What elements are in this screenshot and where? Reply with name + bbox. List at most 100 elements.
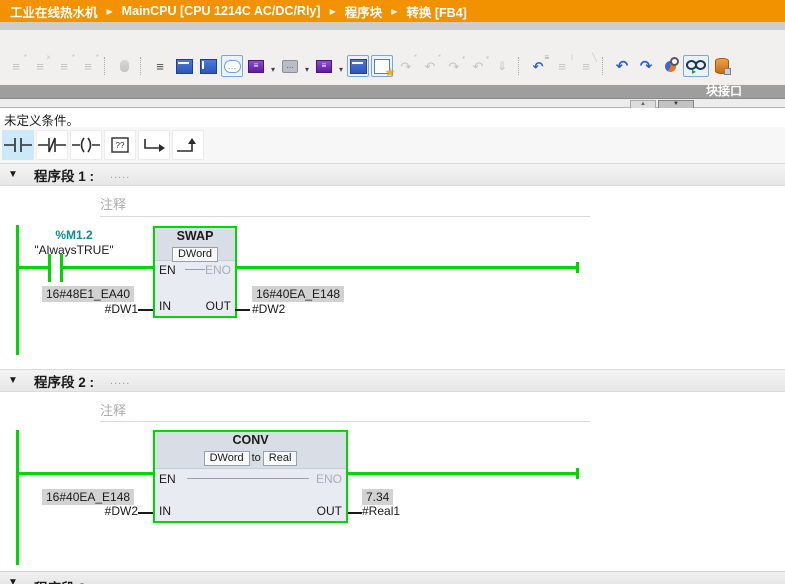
- network2-header[interactable]: ▼ 程序段 2 : .....: [0, 369, 785, 392]
- monitor-db-icon[interactable]: [711, 55, 733, 77]
- network-comments-icon[interactable]: …: [221, 55, 243, 77]
- network1-collapse-icon[interactable]: ▼: [8, 169, 20, 180]
- network1-title-placeholder[interactable]: .....: [110, 169, 130, 181]
- comment-underline: [100, 421, 590, 422]
- no-contact-icon: [3, 134, 33, 156]
- contact-symbol[interactable]: "AlwaysTRUE": [10, 243, 138, 257]
- collapse-networks-icon[interactable]: [197, 55, 219, 77]
- network3-header[interactable]: ▼ 程序段 3 :: [0, 571, 785, 584]
- monitor-value-out: 7.34: [362, 489, 393, 505]
- breadcrumb-project[interactable]: 工业在线热水机: [10, 2, 98, 21]
- conv-block-title: CONV: [155, 432, 346, 447]
- operand-swap-icon-dropdown[interactable]: ▾: [336, 56, 346, 77]
- undo-saved-icon[interactable]: ↶▪: [467, 55, 489, 77]
- empty-box-button[interactable]: ??: [104, 130, 136, 160]
- conv-type-to-select[interactable]: Real: [263, 451, 298, 466]
- pin-in: IN: [159, 299, 171, 313]
- conv-block-header: CONV DWordtoReal: [155, 432, 346, 469]
- operand-in[interactable]: #DW1: [42, 302, 138, 316]
- absolute-operands-icon[interactable]: ≡: [149, 55, 171, 77]
- network1-header[interactable]: ▼ 程序段 1 : .....: [0, 163, 785, 186]
- goto-definition-icon[interactable]: ≡ǀ: [551, 55, 573, 77]
- operand-display-icon-dropdown[interactable]: ▾: [268, 56, 278, 77]
- goto-usage-icon[interactable]: ≡╲: [575, 55, 597, 77]
- breadcrumb-program-blocks[interactable]: 程序块: [345, 2, 383, 21]
- interface-splitter[interactable]: ▲ ▼: [0, 98, 785, 108]
- network3-collapse-icon[interactable]: ▼: [8, 577, 20, 584]
- monitor-value-in: 16#40EA_E148: [42, 489, 134, 505]
- network2-title-placeholder[interactable]: .....: [110, 375, 130, 387]
- operand-wire: [138, 512, 153, 514]
- conv-type-from-select[interactable]: DWord: [204, 451, 250, 466]
- operand-wire: [235, 309, 250, 311]
- block-interface-title: 块接口: [706, 85, 742, 98]
- wire: [348, 472, 578, 475]
- contact-address[interactable]: %M1.2: [22, 228, 126, 242]
- navigate-back-icon[interactable]: ↶: [611, 55, 633, 77]
- block-interface-bar: 块接口: [0, 85, 785, 98]
- redo-saved-icon[interactable]: ↷▪: [443, 55, 465, 77]
- swap-block[interactable]: SWAP DWord EN ENO IN OUT: [153, 226, 237, 318]
- wire: [16, 266, 49, 269]
- coil-button[interactable]: [70, 130, 102, 160]
- no-contact-button[interactable]: [2, 130, 34, 160]
- close-branch-button[interactable]: [172, 130, 204, 160]
- call-structure-icon[interactable]: [659, 55, 681, 77]
- network1-comment[interactable]: 注释: [100, 194, 126, 213]
- operand-out[interactable]: #Real1: [362, 504, 400, 518]
- ladder-favorites-bar: ??: [0, 127, 785, 163]
- network2-title: 程序段 2 :: [34, 371, 94, 391]
- operand-swap-icon[interactable]: ≡: [313, 55, 335, 77]
- empty-box-icon: ??: [105, 134, 135, 156]
- monitor-value-out: 16#40EA_E148: [252, 286, 344, 302]
- breadcrumb-cpu[interactable]: MainCPU [CPU 1214C AC/DC/Rly]: [122, 4, 321, 18]
- snapshot-icon-dropdown[interactable]: ▾: [302, 56, 312, 77]
- snapshot-icon[interactable]: …: [279, 55, 301, 77]
- network2-comment[interactable]: 注释: [100, 400, 126, 419]
- swap-type-select[interactable]: DWord: [172, 247, 218, 262]
- lad-editor-window: 工业在线热水机 ▶ MainCPU [CPU 1214C AC/DC/Rly] …: [0, 0, 785, 584]
- favorites-toggle-icon[interactable]: [347, 55, 369, 77]
- insert-row-after-icon[interactable]: ≡*: [77, 55, 99, 77]
- breadcrumb-arrow-icon: ▶: [330, 7, 336, 16]
- conv-type-to-label: to: [252, 452, 261, 464]
- operand-out[interactable]: #DW2: [252, 302, 285, 316]
- monitoring-icon[interactable]: ▸: [683, 55, 709, 77]
- coil-icon: [71, 134, 101, 156]
- svg-text:??: ??: [116, 141, 125, 150]
- delete-network-icon[interactable]: ≡×: [29, 55, 51, 77]
- wire: [16, 472, 153, 475]
- en-eno-dash: [187, 478, 309, 479]
- pin-out: OUT: [206, 299, 231, 313]
- goto-previous-icon[interactable]: ↶≡: [527, 55, 549, 77]
- wire-end-tick: [576, 262, 579, 273]
- toolbar-separator: [518, 57, 522, 75]
- redo-new-icon[interactable]: ↷*: [395, 55, 417, 77]
- insert-network-icon[interactable]: ≡*: [5, 55, 27, 77]
- operand-in[interactable]: #DW2: [42, 504, 138, 518]
- nc-contact-button[interactable]: [36, 130, 68, 160]
- breadcrumb: 工业在线热水机 ▶ MainCPU [CPU 1214C AC/DC/Rly] …: [0, 0, 785, 22]
- toolbar-separator: [602, 57, 606, 75]
- expand-networks-icon[interactable]: [173, 55, 195, 77]
- open-branch-button[interactable]: [138, 130, 170, 160]
- undo-new-icon[interactable]: ↶*: [419, 55, 441, 77]
- insert-row-icon[interactable]: ≡*: [53, 55, 75, 77]
- favorites-edit-icon[interactable]: ★: [371, 55, 393, 77]
- comment-underline: [100, 216, 590, 217]
- main-toolbar: ≡*≡×≡*≡*≡…≡▾…▾≡▾★↷*↶*↷▪↶▪⇓↶≡≡ǀ≡╲↶↷▸: [4, 53, 734, 79]
- swap-block-title: SWAP: [155, 228, 235, 243]
- operand-wire: [348, 512, 362, 514]
- breadcrumb-block[interactable]: 转换 [FB4]: [406, 2, 466, 21]
- pin-eno: ENO: [316, 472, 342, 486]
- download-icon[interactable]: ⇓: [491, 55, 513, 77]
- close-branch-icon: [173, 134, 203, 156]
- pin-eno: ENO: [205, 263, 231, 277]
- navigate-forward-icon[interactable]: ↷: [635, 55, 657, 77]
- network2-collapse-icon[interactable]: ▼: [8, 375, 20, 386]
- reset-start-values-icon[interactable]: [113, 55, 135, 77]
- conv-block[interactable]: CONV DWordtoReal EN ENO IN OUT: [153, 430, 348, 523]
- editor-toolbar: ≡*≡×≡*≡*≡…≡▾…▾≡▾★↷*↶*↷▪↶▪⇓↶≡≡ǀ≡╲↶↷▸: [0, 30, 785, 85]
- operand-display-icon[interactable]: ≡: [245, 55, 267, 77]
- open-branch-icon: [139, 134, 169, 156]
